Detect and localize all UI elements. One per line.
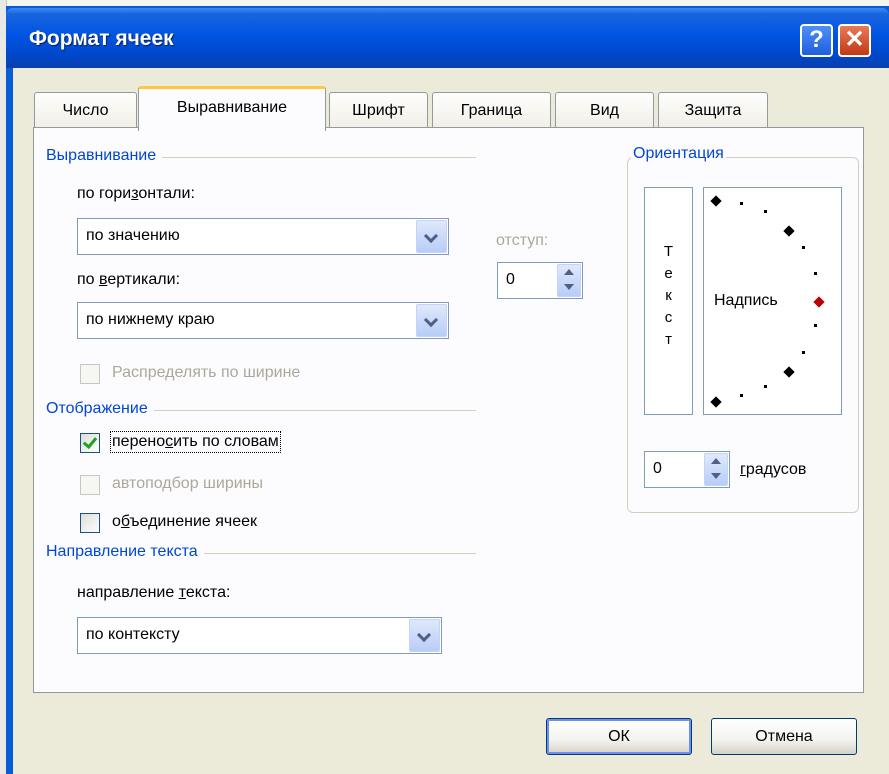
text-direction-value: по контексту	[86, 626, 180, 643]
chevron-down-icon[interactable]	[409, 619, 440, 652]
orientation-dot	[740, 202, 743, 205]
tab-border[interactable]: Граница	[432, 92, 551, 128]
horizontal-align-value: по значению	[86, 227, 180, 244]
spin-down-icon[interactable]	[564, 284, 574, 290]
orientation-dot	[802, 351, 805, 354]
vertical-text-char: т	[665, 331, 672, 348]
degrees-spinner[interactable]: 0	[644, 451, 730, 488]
vertical-text-char: Т	[663, 243, 674, 260]
help-button[interactable]: ?	[800, 24, 833, 57]
orientation-dot	[764, 210, 767, 213]
degrees-label: градусов	[740, 461, 807, 478]
tab-fill[interactable]: Вид	[555, 92, 654, 128]
degrees-value: 0	[653, 460, 662, 477]
vertical-align-select[interactable]: по нижнему краю	[77, 302, 449, 339]
merge-cells-checkbox[interactable]	[80, 513, 100, 533]
horizontal-label: по горизонтали:	[77, 185, 195, 202]
orientation-dot	[802, 246, 805, 249]
orientation-dot	[740, 394, 743, 397]
orientation-dot	[814, 272, 817, 275]
vertical-text-char: е	[664, 265, 673, 282]
horizontal-align-select[interactable]: по значению	[77, 218, 449, 255]
wrap-text-label[interactable]: переносить по словам	[110, 431, 281, 453]
orientation-marker[interactable]	[783, 225, 795, 237]
spin-buttons[interactable]	[704, 453, 728, 486]
vertical-text-char: к	[665, 287, 672, 304]
title-bar[interactable]: Формат ячеек ? ✕	[6, 8, 889, 68]
ok-button[interactable]: ОК	[546, 718, 692, 755]
vertical-label: по вертикали:	[77, 271, 181, 288]
indent-label: отступ:	[496, 232, 549, 249]
tab-number[interactable]: Число	[34, 92, 137, 128]
spin-buttons[interactable]	[557, 264, 581, 297]
spin-down-icon[interactable]	[711, 473, 721, 479]
orientation-group-title: Ориентация	[631, 145, 726, 163]
orientation-marker[interactable]	[710, 396, 722, 408]
display-group-title: Отображение	[46, 400, 154, 418]
tab-font[interactable]: Шрифт	[329, 92, 428, 128]
distribute-label: Распределять по ширине	[112, 364, 301, 381]
shrink-to-fit-label: автоподбор ширины	[112, 475, 263, 492]
tab-alignment[interactable]: Выравнивание	[138, 86, 326, 131]
cancel-button[interactable]: Отмена	[711, 718, 857, 755]
distribute-checkbox[interactable]	[80, 364, 100, 384]
orientation-dot	[764, 385, 767, 388]
orientation-sample-label: Надпись	[714, 292, 778, 309]
vertical-text-char: с	[664, 309, 673, 326]
direction-group-title: Направление текста	[46, 543, 204, 561]
alignment-group-title: Выравнивание	[46, 147, 163, 165]
spin-up-icon[interactable]	[711, 458, 721, 464]
chevron-down-icon[interactable]	[416, 220, 447, 253]
tab-protection[interactable]: Защита	[658, 92, 768, 128]
orientation-current-marker[interactable]	[813, 296, 825, 308]
orientation-marker[interactable]	[783, 366, 795, 378]
orientation-dial[interactable]: Надпись	[703, 187, 842, 415]
text-direction-select[interactable]: по контексту	[77, 617, 442, 654]
vertical-text-toggle[interactable]: Т е к с т	[644, 187, 693, 415]
text-direction-label: направление текста:	[77, 584, 231, 601]
indent-spinner[interactable]: 0	[497, 262, 583, 299]
chevron-down-icon[interactable]	[416, 304, 447, 337]
merge-cells-label[interactable]: объединение ячеек	[112, 513, 257, 531]
orientation-dot	[814, 324, 817, 327]
spin-up-icon[interactable]	[564, 269, 574, 275]
wrap-text-checkbox[interactable]	[80, 433, 100, 453]
vertical-align-value: по нижнему краю	[86, 311, 215, 328]
indent-value: 0	[506, 271, 515, 288]
window-title: Формат ячеек	[29, 27, 174, 50]
orientation-marker[interactable]	[710, 195, 722, 207]
close-button[interactable]: ✕	[838, 24, 871, 57]
shrink-to-fit-checkbox[interactable]	[80, 475, 100, 495]
